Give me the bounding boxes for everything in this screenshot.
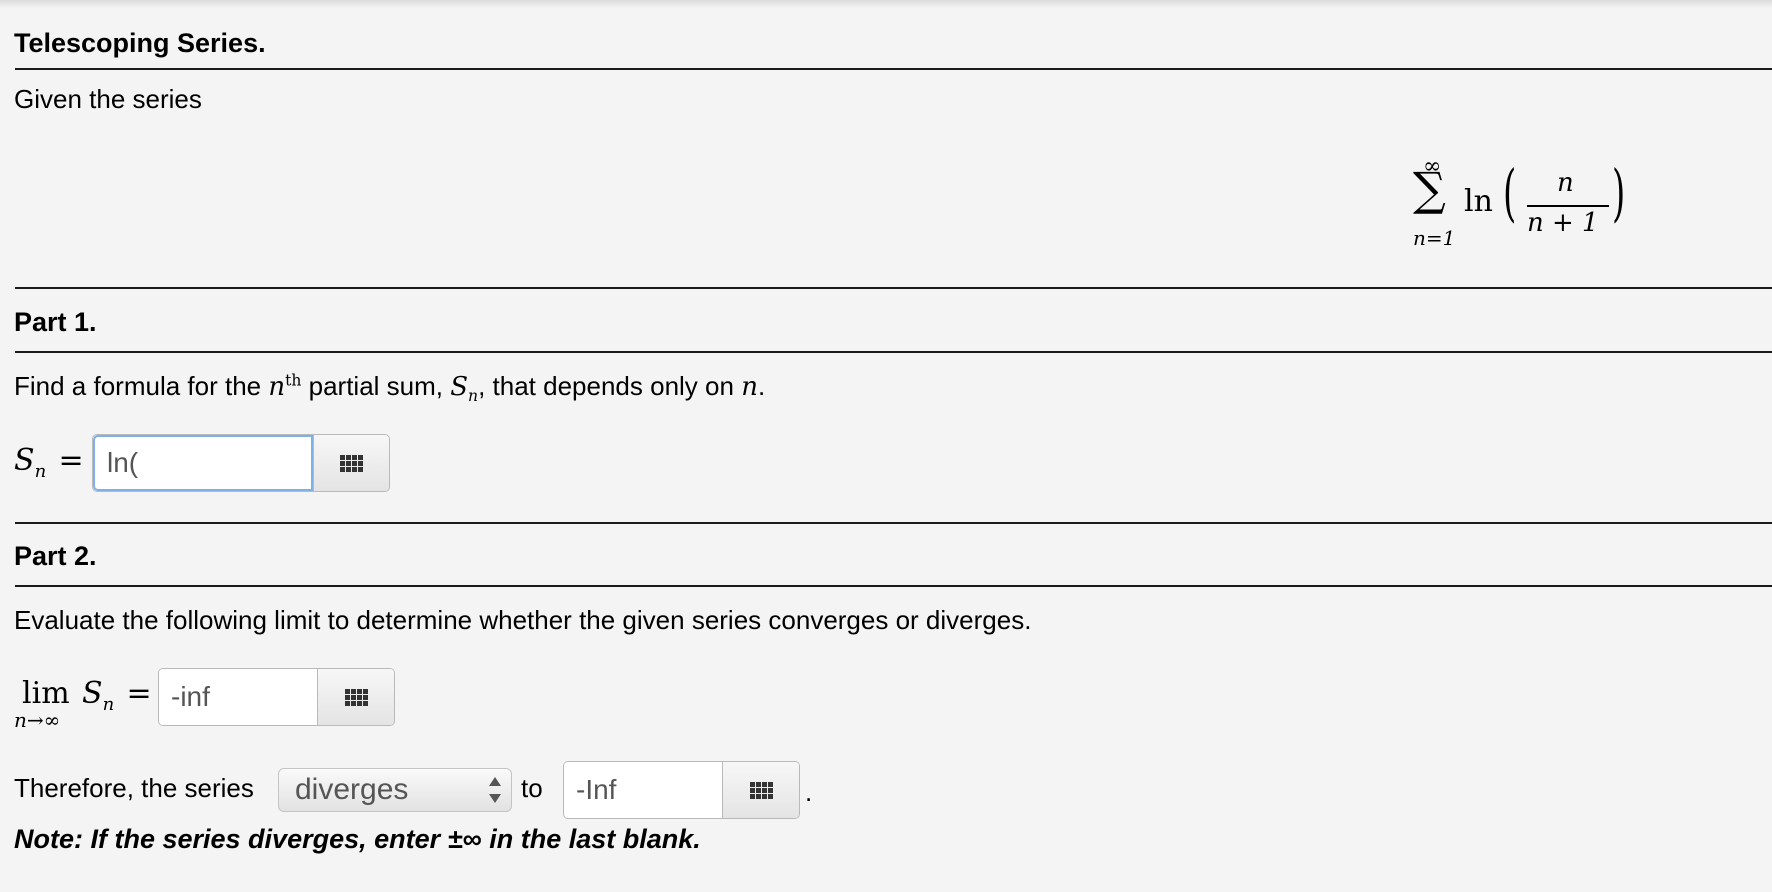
limit-answer-input[interactable]: [159, 669, 317, 725]
fraction-numerator: n: [1557, 168, 1574, 198]
part1-prompt: Find a formula for the nth partial sum, …: [14, 370, 766, 406]
s-symbol: S: [82, 676, 103, 711]
final-answer-group: [563, 761, 800, 819]
to-text: to: [521, 773, 543, 803]
prompt-text: , that depends only on: [478, 371, 742, 401]
prompt-n: n: [268, 372, 286, 402]
sn-answer-input[interactable]: [93, 435, 313, 491]
top-shadow: [0, 0, 1772, 8]
sentence-period: .: [805, 777, 813, 807]
lim-operator: lim: [22, 676, 70, 711]
part2-heading: Part 2.: [14, 541, 97, 571]
equals-sign: =: [58, 443, 84, 478]
therefore-text: Therefore, the series: [14, 773, 254, 803]
sum-symbol: ∑: [1413, 162, 1446, 216]
divider: [15, 287, 1772, 289]
s-subscript: n: [102, 694, 115, 715]
fraction-bar: [1527, 205, 1609, 207]
equals-sign: =: [126, 676, 152, 711]
ln-function: ln: [1464, 184, 1493, 219]
page-title: Telescoping Series.: [14, 28, 266, 58]
final-answer-input[interactable]: [564, 762, 722, 818]
grid-icon: [344, 688, 368, 706]
fraction-denominator: n + 1: [1527, 208, 1599, 238]
sn-label: Sn =: [14, 443, 84, 481]
part1-heading: Part 1.: [14, 307, 97, 337]
divider: [15, 585, 1772, 587]
prompt-th: th: [285, 371, 302, 390]
note-text: Note: If the series diverges, enter ±∞ i…: [14, 824, 701, 854]
prompt-text: partial sum,: [301, 371, 451, 401]
prompt-s: S: [450, 372, 469, 402]
lim-sn: Sn =: [82, 676, 152, 714]
final-matrix-button[interactable]: [722, 762, 799, 818]
lim-subscript: n→∞: [14, 708, 61, 732]
prompt-text: Find a formula for the: [14, 371, 269, 401]
part2-prompt: Evaluate the following limit to determin…: [14, 605, 1032, 635]
sum-lower-limit: n=1: [1413, 226, 1456, 250]
divider: [15, 522, 1772, 524]
limit-expression: lim n→∞ Sn =: [14, 676, 154, 736]
up-down-arrows-icon: [489, 777, 501, 803]
right-paren: ): [1612, 156, 1626, 229]
left-paren: (: [1503, 156, 1517, 229]
prompt-period: .: [757, 371, 766, 401]
prompt-n: n: [741, 372, 758, 402]
divider: [15, 351, 1772, 353]
sn-answer-group: [92, 434, 390, 492]
sn-matrix-button[interactable]: [313, 435, 389, 491]
limit-matrix-button[interactable]: [317, 669, 394, 725]
grid-icon: [749, 781, 773, 799]
limit-answer-group: [158, 668, 395, 726]
select-value: diverges: [295, 773, 409, 806]
prompt-s-sub: n: [468, 387, 479, 406]
converge-diverge-select[interactable]: diverges: [278, 768, 512, 812]
divider: [15, 68, 1772, 70]
series-formula: ∞ ∑ n=1 ln ( n n + 1 ): [1405, 154, 1635, 258]
s-symbol: S: [14, 443, 35, 478]
intro-text: Given the series: [14, 84, 202, 114]
grid-icon: [340, 454, 363, 472]
s-subscript: n: [34, 461, 47, 482]
